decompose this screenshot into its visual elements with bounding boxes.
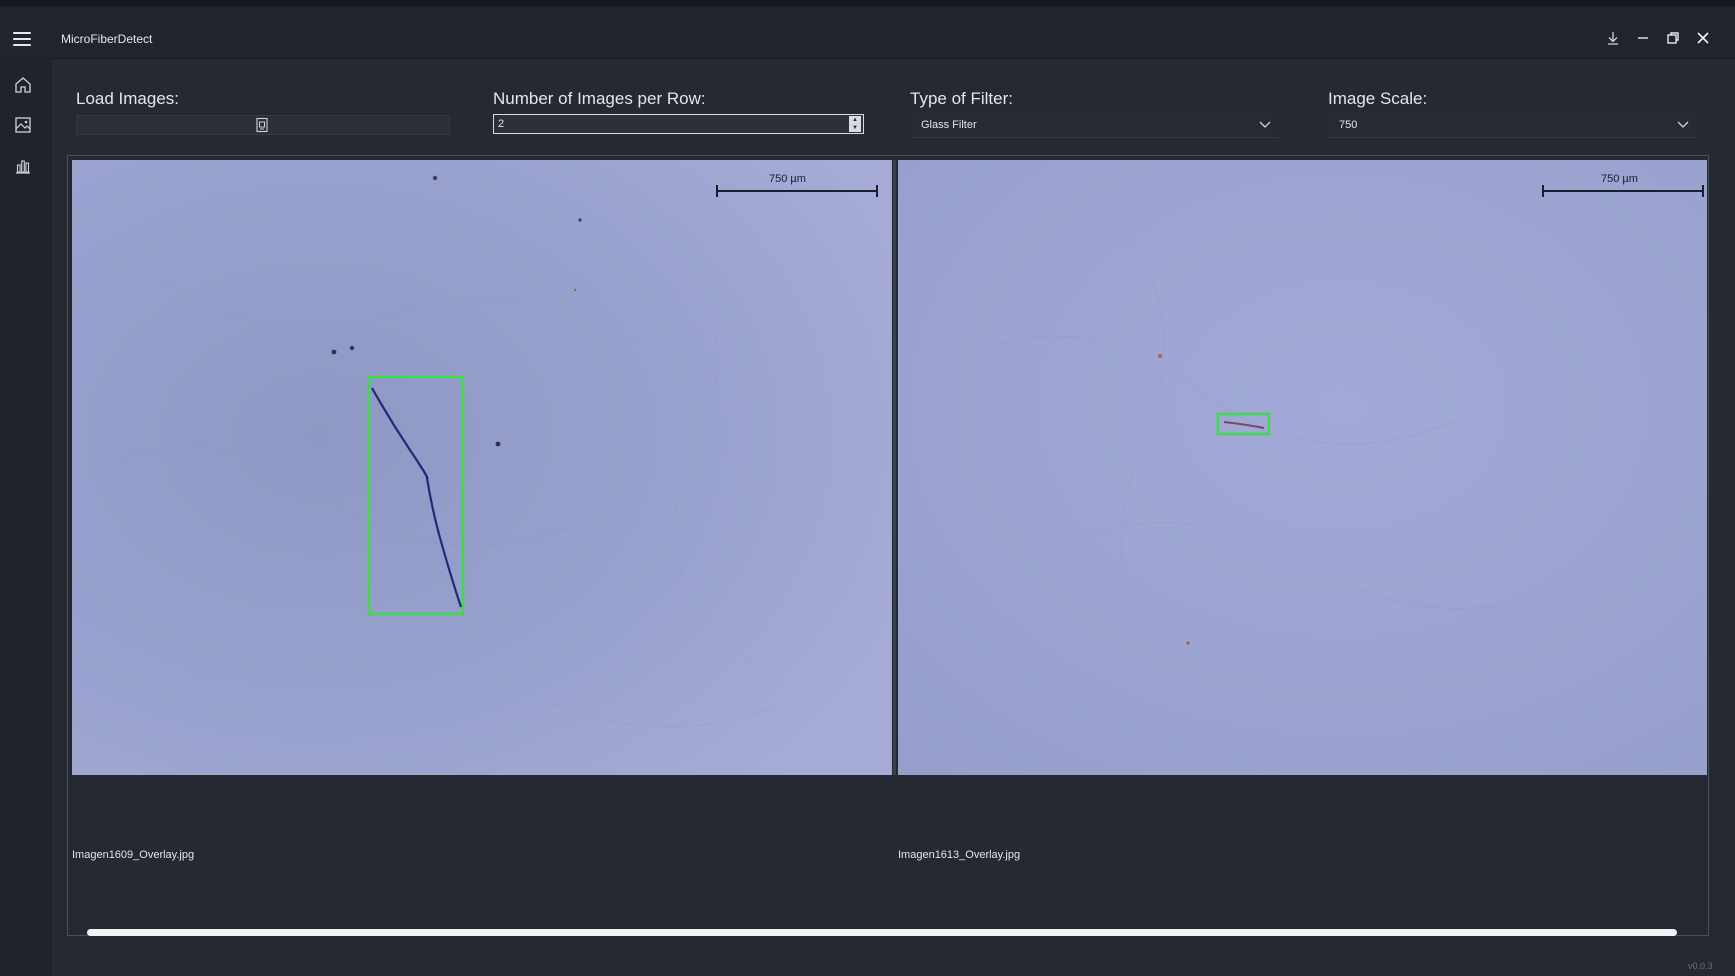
folder-icon[interactable] [255, 117, 269, 133]
images-per-row-stepper[interactable]: 2 ▲ ▼ [493, 114, 864, 134]
chart-icon[interactable] [12, 155, 34, 177]
images-per-row-value: 2 [498, 118, 505, 130]
restore-icon[interactable] [1663, 28, 1683, 48]
microscope-image-1 [72, 160, 892, 775]
minimize-icon[interactable] [1633, 28, 1653, 48]
stepper-arrows[interactable]: ▲ ▼ [849, 116, 861, 132]
image-icon[interactable] [12, 114, 34, 136]
image-scale-value: 750 [1339, 119, 1358, 131]
image-panel-2[interactable]: 750 µm [898, 160, 1707, 775]
microscope-image-2 [898, 160, 1707, 775]
image-divider [893, 160, 896, 775]
chevron-down-icon [1259, 121, 1271, 128]
filter-type-label: Type of Filter: [910, 89, 1013, 108]
app-title: MicroFiberDetect [61, 32, 153, 46]
filter-type-value: Glass Filter [921, 119, 977, 131]
image-scale-label: Image Scale: [1328, 89, 1428, 108]
load-images-label: Load Images: [76, 89, 180, 108]
load-images-input[interactable] [76, 115, 450, 135]
app-window: MicroFiberDetect Load Images: Number of … [0, 0, 1735, 976]
image-filename-1: Imagen1609_Overlay.jpg [72, 849, 195, 861]
scale-bar-label: 750 µm [1601, 173, 1638, 185]
version-label: v0.0.3 [1688, 961, 1713, 971]
home-icon[interactable] [12, 74, 34, 96]
menu-icon[interactable] [13, 32, 31, 46]
image-panel-1[interactable]: 750 µm [72, 160, 892, 775]
scale-bar-label: 750 µm [769, 173, 806, 185]
sidebar [0, 58, 51, 976]
filter-type-select[interactable]: Glass Filter [910, 112, 1278, 138]
title-bar: MicroFiberDetect [0, 6, 1735, 59]
stepper-up-icon[interactable]: ▲ [849, 116, 861, 124]
download-icon[interactable] [1603, 28, 1623, 48]
stepper-down-icon[interactable]: ▼ [849, 124, 861, 132]
image-filename-2: Imagen1613_Overlay.jpg [898, 849, 1021, 861]
close-icon[interactable] [1693, 28, 1713, 48]
image-scale-select[interactable]: 750 [1328, 112, 1696, 138]
horizontal-scrollbar[interactable] [87, 929, 1677, 936]
chevron-down-icon [1677, 121, 1689, 128]
images-per-row-label: Number of Images per Row: [493, 89, 706, 108]
